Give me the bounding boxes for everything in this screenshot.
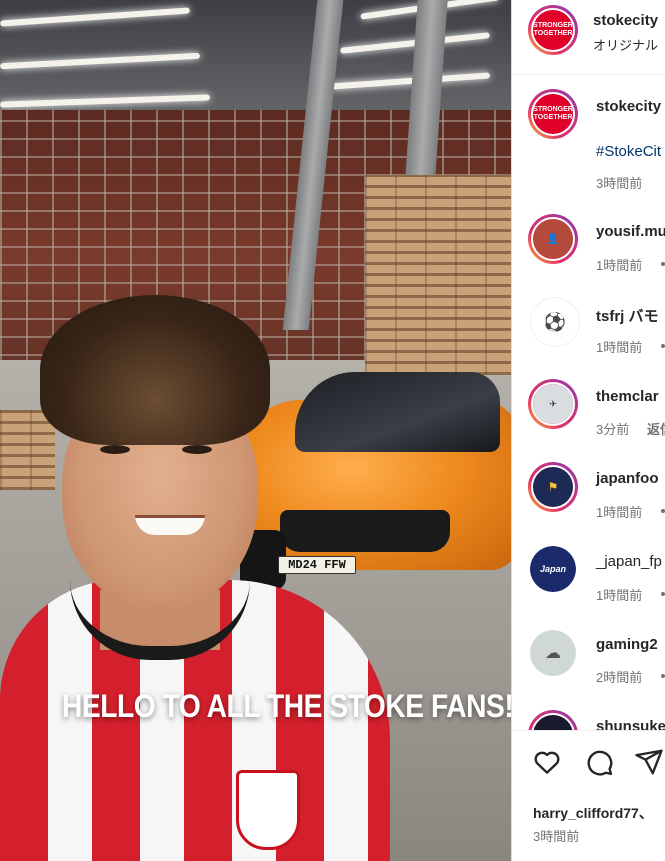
avatar[interactable]: ✈ bbox=[528, 379, 578, 429]
post-hashtag[interactable]: #StokeCit bbox=[596, 143, 661, 160]
comment-username[interactable]: _japan_fp bbox=[596, 553, 662, 570]
more-icon[interactable] bbox=[661, 262, 665, 266]
stoke-logo-icon: STRONGER TOGETHER bbox=[533, 10, 573, 50]
video-player[interactable]: MD24 FFW HELLO TO ALL THE STOKE FANS! bbox=[0, 0, 511, 861]
post-timestamp: 3時間前 bbox=[533, 829, 580, 844]
player-selfie bbox=[0, 290, 400, 861]
comment-time: 1時間前 bbox=[596, 340, 643, 355]
heart-icon[interactable] bbox=[532, 747, 562, 777]
comment-username[interactable]: japanfoo bbox=[596, 470, 659, 487]
comment-icon[interactable] bbox=[584, 747, 614, 777]
avatar[interactable]: STRONGER TOGETHER bbox=[528, 5, 578, 55]
post-time: 3時間前 bbox=[596, 176, 643, 191]
comment-time: 2時間前 bbox=[596, 670, 643, 685]
comments-panel: STRONGER TOGETHER stokecity オリジナル STRONGE… bbox=[511, 0, 665, 861]
stoke-logo-icon: STRONGER TOGETHER bbox=[533, 94, 573, 134]
more-icon[interactable] bbox=[661, 509, 665, 513]
action-bar: harry_clifford77、 3時間前 bbox=[512, 730, 665, 861]
more-icon[interactable] bbox=[661, 592, 665, 596]
liked-by-text[interactable]: harry_clifford77、 bbox=[533, 803, 653, 823]
hair bbox=[40, 295, 270, 445]
comment-time: 1時間前 bbox=[596, 588, 643, 603]
more-icon[interactable] bbox=[661, 674, 665, 678]
avatar[interactable]: Japan bbox=[530, 546, 576, 592]
club-crest-icon bbox=[236, 770, 300, 850]
comment-username[interactable]: yousif.mu bbox=[596, 223, 665, 240]
comment-time: 1時間前 bbox=[596, 258, 643, 273]
share-icon[interactable] bbox=[634, 747, 664, 777]
video-caption: HELLO TO ALL THE STOKE FANS! bbox=[62, 688, 511, 724]
avatar[interactable]: ☁ bbox=[530, 630, 576, 676]
post-header: STRONGER TOGETHER stokecity オリジナル bbox=[512, 0, 665, 75]
post-username[interactable]: stokecity bbox=[596, 98, 661, 115]
reply-button[interactable]: 返信 bbox=[647, 419, 665, 438]
audio-label[interactable]: オリジナル bbox=[593, 35, 658, 54]
comment-username[interactable]: tsfrj バモ bbox=[596, 305, 659, 326]
avatar[interactable]: ⚑ bbox=[528, 462, 578, 512]
more-icon[interactable] bbox=[661, 344, 665, 348]
avatar[interactable]: ⚽ bbox=[530, 297, 580, 347]
instagram-post-view: MD24 FFW HELLO TO ALL THE STOKE FANS! ST… bbox=[0, 0, 665, 861]
avatar[interactable]: STRONGER TOGETHER bbox=[528, 89, 578, 139]
comment-time: 3分前 bbox=[596, 422, 630, 437]
comment-time: 1時間前 bbox=[596, 505, 643, 520]
header-username[interactable]: stokecity bbox=[593, 12, 658, 29]
comment-username[interactable]: themclar bbox=[596, 388, 659, 405]
avatar[interactable]: 👤 bbox=[528, 214, 578, 264]
comment-username[interactable]: gaming2 bbox=[596, 636, 658, 653]
